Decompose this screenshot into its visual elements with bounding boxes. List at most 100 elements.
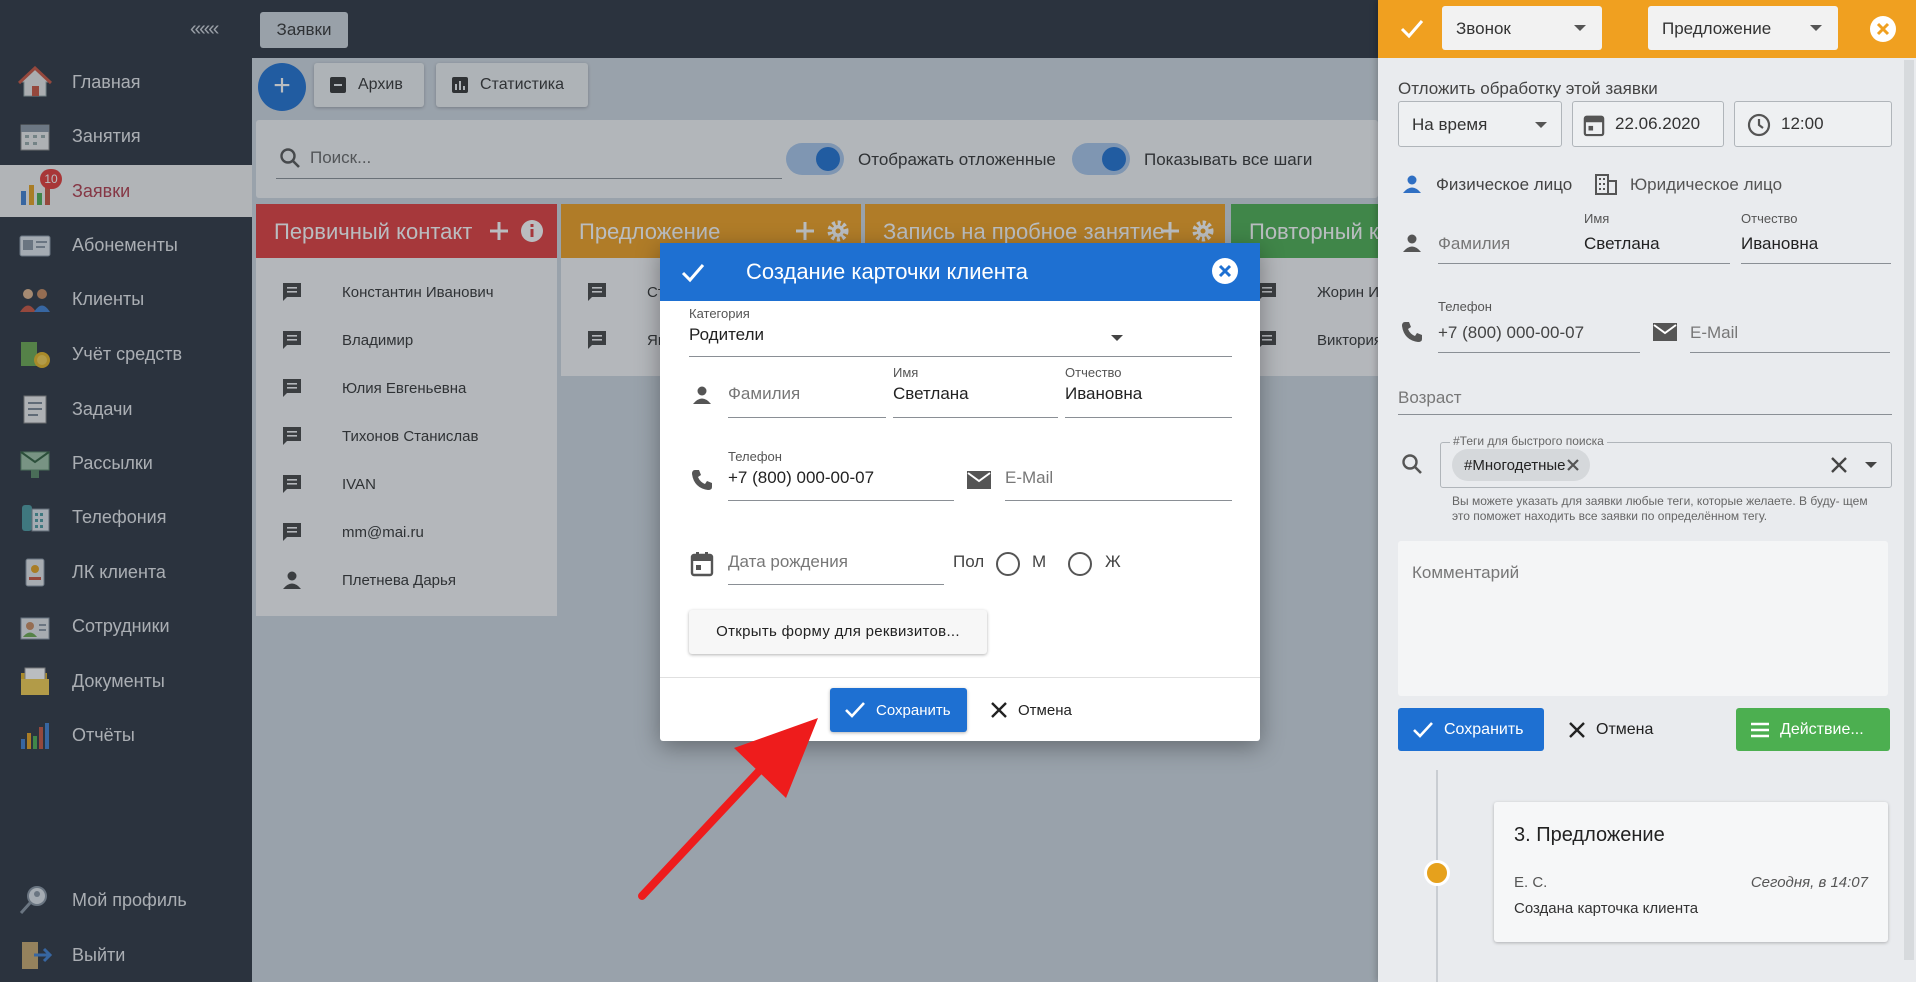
history-time: Сегодня, в 14:07 [1750,874,1868,891]
phone-icon [1402,322,1422,342]
close-icon [1218,264,1232,278]
calendar-icon [690,552,714,577]
calendar-icon [1583,115,1605,137]
chevron-down-icon [1810,25,1822,31]
phone-field[interactable]: +7 (800) 000-00-07 [728,468,874,488]
email-field[interactable]: E-Mail [1005,468,1053,488]
email-icon [967,471,991,489]
stage-select[interactable]: Предложение [1648,6,1838,50]
panel-header: Звонок Предложение [1378,0,1916,58]
middlename-field[interactable]: Ивановна [1065,384,1142,404]
lastname-field[interactable]: Фамилия [1438,234,1510,254]
email-field[interactable]: E-Mail [1690,323,1738,343]
email-underline [1690,352,1890,353]
person-icon [1403,234,1421,252]
gender-m-label: М [1032,552,1047,571]
cancel-button[interactable]: Отмена [980,688,1072,732]
birthdate-underline [728,584,944,585]
tags-hint: Вы можете указать для заявки любые теги,… [1452,494,1868,523]
firstname-field[interactable]: Светлана [1584,234,1660,254]
timeline-dot [1424,860,1450,886]
postpone-date-field[interactable]: 22.06.2020 [1572,101,1724,147]
clock-icon [1747,113,1771,137]
action-label: Действие... [1780,720,1864,738]
gender-m-radio[interactable] [996,552,1020,576]
close-icon[interactable] [1566,458,1580,472]
check-icon[interactable] [1400,18,1424,40]
search-icon [1402,454,1422,474]
chevron-down-icon[interactable] [1110,333,1124,343]
middlename-field[interactable]: Ивановна [1741,234,1818,254]
select-value: Предложение [1662,19,1772,38]
physical-person-option[interactable]: Физическое лицо [1436,175,1572,195]
lastname-underline [1438,263,1594,264]
category-select[interactable]: Родители [689,325,764,345]
menu-icon [1751,722,1769,737]
history-title: 3. Предложение [1514,824,1665,846]
save-button[interactable]: Сохранить [1398,708,1544,751]
age-field[interactable]: Возраст [1398,388,1462,408]
middlename-label: Отчество [1065,365,1122,380]
firstname-underline [1584,263,1730,264]
middlename-underline [1065,417,1232,418]
phone-label: Телефон [1438,299,1492,314]
comment-placeholder: Комментарий [1412,563,1520,582]
contact-type-select[interactable]: Звонок [1442,6,1602,50]
postpone-label: Отложить обработку этой заявки [1398,79,1658,98]
lastname-field[interactable]: Фамилия [728,384,800,404]
chevron-down-icon [1535,122,1547,128]
save-button[interactable]: Сохранить [830,688,967,732]
select-value: На время [1412,115,1488,134]
action-menu-button[interactable]: Действие... [1736,708,1890,751]
close-panel-button[interactable] [1870,16,1896,42]
firstname-underline [893,417,1058,418]
middlename-label: Отчество [1741,211,1798,226]
firstname-label: Имя [1584,211,1610,226]
postpone-time-field[interactable]: 12:00 [1734,101,1892,147]
create-client-dialog: Создание карточки клиента Категория Роди… [660,243,1260,741]
phone-underline [728,500,954,501]
close-icon [1876,22,1890,36]
gender-label: Пол [953,552,985,571]
email-underline [1005,500,1232,501]
dialog-title: Создание карточки клиента [746,259,1028,284]
phone-field[interactable]: +7 (800) 000-00-07 [1438,323,1584,343]
lastname-underline [728,417,886,418]
close-icon [991,702,1007,718]
chevron-down-icon [1574,25,1586,31]
tag-chip[interactable]: #Многодетные [1452,449,1590,481]
clear-icon[interactable] [1830,456,1848,474]
history-entry: 3. Предложение Е. С. Сегодня, в 14:07 Со… [1494,802,1888,942]
comment-field[interactable]: Комментарий [1398,541,1888,696]
history-text: Создана карточка клиента [1514,900,1699,917]
history-author: Е. С. [1514,874,1548,891]
tags-label: #Теги для быстрого поиска [1450,434,1607,448]
cancel-button[interactable]: Отмена [1558,708,1653,751]
postpone-mode-select[interactable]: На время [1398,101,1562,147]
date-value: 22.06.2020 [1615,114,1701,133]
open-requisites-button[interactable]: Открыть форму для реквизитов... [689,610,987,654]
gender-f-radio[interactable] [1068,552,1092,576]
email-icon [1653,323,1677,341]
save-label: Сохранить [1444,720,1524,738]
dialog-header: Создание карточки клиента [660,243,1260,301]
person-icon [1403,175,1421,193]
panel-scrollbar[interactable] [1904,60,1914,960]
birthdate-field[interactable]: Дата рождения [728,552,848,572]
firstname-field[interactable]: Светлана [893,384,969,404]
dialog-divider [660,677,1260,678]
close-button[interactable] [1212,258,1238,284]
check-icon[interactable] [680,259,706,285]
check-icon [1413,721,1433,738]
check-icon [845,702,865,718]
legal-entity-option[interactable]: Юридическое лицо [1630,175,1782,195]
chevron-down-icon[interactable] [1864,460,1878,470]
request-details-panel: Звонок Предложение Отложить обработку эт… [1378,0,1916,982]
building-icon [1595,174,1617,195]
tag-chip-label: #Многодетные [1464,457,1566,474]
category-underline [689,356,1232,357]
person-icon [693,386,711,404]
phone-icon [692,470,712,490]
save-label: Сохранить [876,701,951,719]
phone-underline [1438,352,1640,353]
